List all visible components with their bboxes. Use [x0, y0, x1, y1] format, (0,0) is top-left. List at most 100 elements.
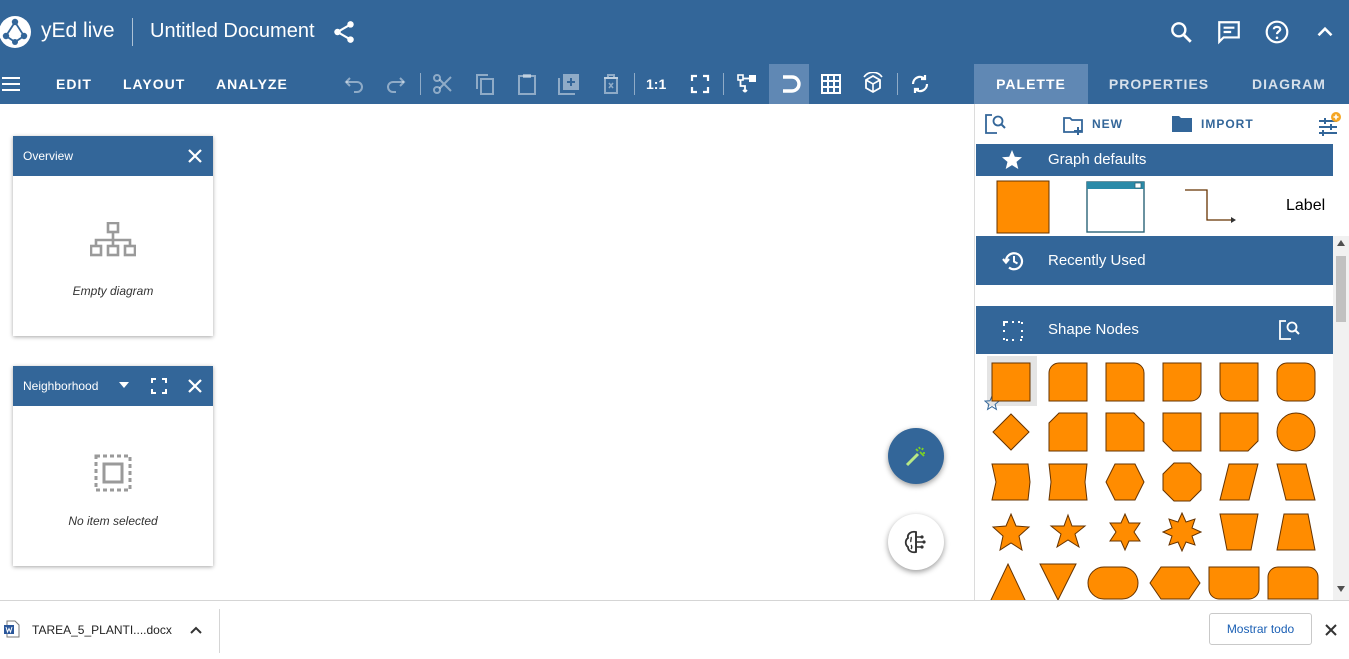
neighborhood-panel-title[interactable]: Neighborhood	[23, 379, 98, 393]
cut-icon[interactable]	[431, 72, 455, 96]
search-shapes-icon[interactable]	[1278, 319, 1300, 341]
close-icon[interactable]	[185, 146, 205, 166]
neighborhood-panel-body: No item selected	[13, 406, 213, 566]
3d-view-icon[interactable]	[861, 72, 885, 96]
shape-hexagon[interactable]	[1105, 462, 1145, 502]
sync-icon[interactable]	[908, 72, 932, 96]
ai-assistant-button[interactable]	[888, 514, 944, 570]
default-edge[interactable]	[1181, 188, 1237, 224]
search-palette-icon[interactable]	[984, 113, 1006, 135]
shape-triangle-down[interactable]	[1038, 562, 1078, 600]
document-title[interactable]: Untitled Document	[150, 20, 315, 43]
download-file-name[interactable]: TAREA_5_PLANTI....docx	[32, 623, 172, 637]
shape-parallelogram[interactable]	[1219, 462, 1259, 502]
graph-defaults-label: Graph defaults	[1048, 151, 1147, 168]
shape-banner[interactable]	[1048, 462, 1088, 502]
scroll-up-arrow-icon[interactable]	[1337, 240, 1345, 246]
shape-diamond[interactable]	[991, 412, 1031, 452]
shape-cut-top-left[interactable]	[1048, 412, 1088, 452]
tab-palette[interactable]: PALETTE	[974, 64, 1088, 104]
download-divider	[219, 609, 220, 653]
show-all-downloads-button[interactable]: Mostrar todo	[1209, 613, 1312, 645]
graph-defaults-section-header[interactable]: Graph defaults	[976, 144, 1333, 176]
shape-rectangle[interactable]	[991, 362, 1031, 402]
palette-panel: NEW IMPORT Graph defaults Label Recently…	[974, 104, 1349, 600]
fit-content-icon[interactable]	[688, 72, 712, 96]
undo-icon[interactable]	[342, 72, 366, 96]
palette-scrollbar[interactable]	[1333, 236, 1349, 600]
shape-star-8[interactable]	[1162, 512, 1202, 552]
shape-trapezoid-down[interactable]	[1219, 512, 1259, 552]
shape-triangle-up[interactable]	[988, 562, 1028, 600]
shape-rounded-bottom-rect[interactable]	[1208, 566, 1260, 600]
tab-diagram[interactable]: DIAGRAM	[1219, 64, 1349, 104]
orthogonal-edges-icon[interactable]	[735, 72, 759, 96]
close-icon[interactable]	[1323, 622, 1339, 638]
yed-logo-icon[interactable]	[0, 14, 36, 50]
import-palette-button[interactable]: IMPORT	[1201, 117, 1254, 131]
redo-icon[interactable]	[384, 72, 408, 96]
shape-parallelogram-mirrored[interactable]	[1276, 462, 1316, 502]
default-node-shape[interactable]	[996, 180, 1050, 234]
delete-icon[interactable]	[599, 72, 623, 96]
search-icon[interactable]	[1168, 19, 1194, 45]
shape-hexagon-wide[interactable]	[1149, 566, 1201, 600]
share-icon[interactable]	[331, 19, 357, 45]
shape-octagon[interactable]	[1162, 462, 1202, 502]
collapse-chevron-up-icon[interactable]	[1312, 19, 1338, 45]
duplicate-icon[interactable]	[557, 72, 581, 96]
grid-icon[interactable]	[819, 72, 843, 96]
shape-star-5[interactable]	[991, 512, 1031, 552]
default-label[interactable]: Label	[1286, 197, 1325, 215]
overview-panel-body: Empty diagram	[13, 176, 213, 336]
hamburger-menu-icon[interactable]	[0, 72, 24, 96]
copy-icon[interactable]	[473, 72, 497, 96]
shape-round-bottom-left[interactable]	[1219, 362, 1259, 402]
folder-icon[interactable]	[1171, 114, 1193, 134]
paste-icon[interactable]	[515, 72, 539, 96]
shape-round-bottom-right[interactable]	[1162, 362, 1202, 402]
shape-rounded-top-rect[interactable]	[1267, 566, 1319, 600]
chevron-up-icon[interactable]	[189, 623, 203, 637]
menu-layout[interactable]: LAYOUT	[123, 76, 185, 92]
neighborhood-empty-message: No item selected	[68, 514, 158, 528]
palette-settings-icon[interactable]	[1317, 112, 1343, 138]
shape-pill[interactable]	[1087, 566, 1139, 600]
shape-trapezoid-up[interactable]	[1276, 512, 1316, 552]
main-toolbar: EDIT LAYOUT ANALYZE 1:1	[0, 64, 974, 104]
recently-used-section-header[interactable]: Recently Used	[976, 236, 1333, 285]
shape-cut-top-right[interactable]	[1105, 412, 1145, 452]
shape-round-top-left[interactable]	[1048, 362, 1088, 402]
shape-star-6[interactable]	[1105, 512, 1145, 552]
default-group-node[interactable]	[1086, 181, 1146, 233]
feedback-icon[interactable]	[1216, 19, 1242, 45]
new-folder-icon[interactable]	[1062, 114, 1086, 136]
shape-round-top-right[interactable]	[1105, 362, 1145, 402]
close-icon[interactable]	[185, 376, 205, 396]
scroll-down-arrow-icon[interactable]	[1337, 586, 1345, 592]
dropdown-arrow-icon[interactable]	[118, 381, 130, 389]
download-bar: TAREA_5_PLANTI....docx Mostrar todo	[0, 600, 1349, 659]
recently-used-label: Recently Used	[1048, 252, 1146, 269]
menu-edit[interactable]: EDIT	[56, 76, 92, 92]
zoom-one-to-one-button[interactable]: 1:1	[646, 76, 666, 92]
tab-properties[interactable]: PROPERTIES	[1088, 64, 1230, 104]
shape-ellipse[interactable]	[1276, 412, 1316, 452]
menu-analyze[interactable]: ANALYZE	[216, 76, 288, 92]
shape-fat-arrow[interactable]	[991, 462, 1031, 502]
new-palette-button[interactable]: NEW	[1092, 117, 1123, 131]
overview-panel: Overview Empty diagram	[13, 136, 213, 336]
shape-star-5-small[interactable]	[1048, 512, 1088, 552]
shape-nodes-section-header[interactable]: Shape Nodes	[976, 306, 1333, 354]
snapping-magnet-icon[interactable]	[777, 72, 801, 96]
shape-nodes-label: Shape Nodes	[1048, 321, 1139, 338]
shape-cut-bottom-left[interactable]	[1162, 412, 1202, 452]
magic-wand-icon	[905, 446, 925, 467]
shape-cut-bottom-right[interactable]	[1219, 412, 1259, 452]
fullscreen-icon[interactable]	[149, 376, 169, 396]
auto-layout-magic-button[interactable]	[888, 428, 944, 484]
scroll-thumb[interactable]	[1336, 256, 1346, 322]
help-icon[interactable]	[1264, 19, 1290, 45]
toolbar-divider	[634, 73, 635, 95]
shape-rounded-rectangle[interactable]	[1276, 362, 1316, 402]
